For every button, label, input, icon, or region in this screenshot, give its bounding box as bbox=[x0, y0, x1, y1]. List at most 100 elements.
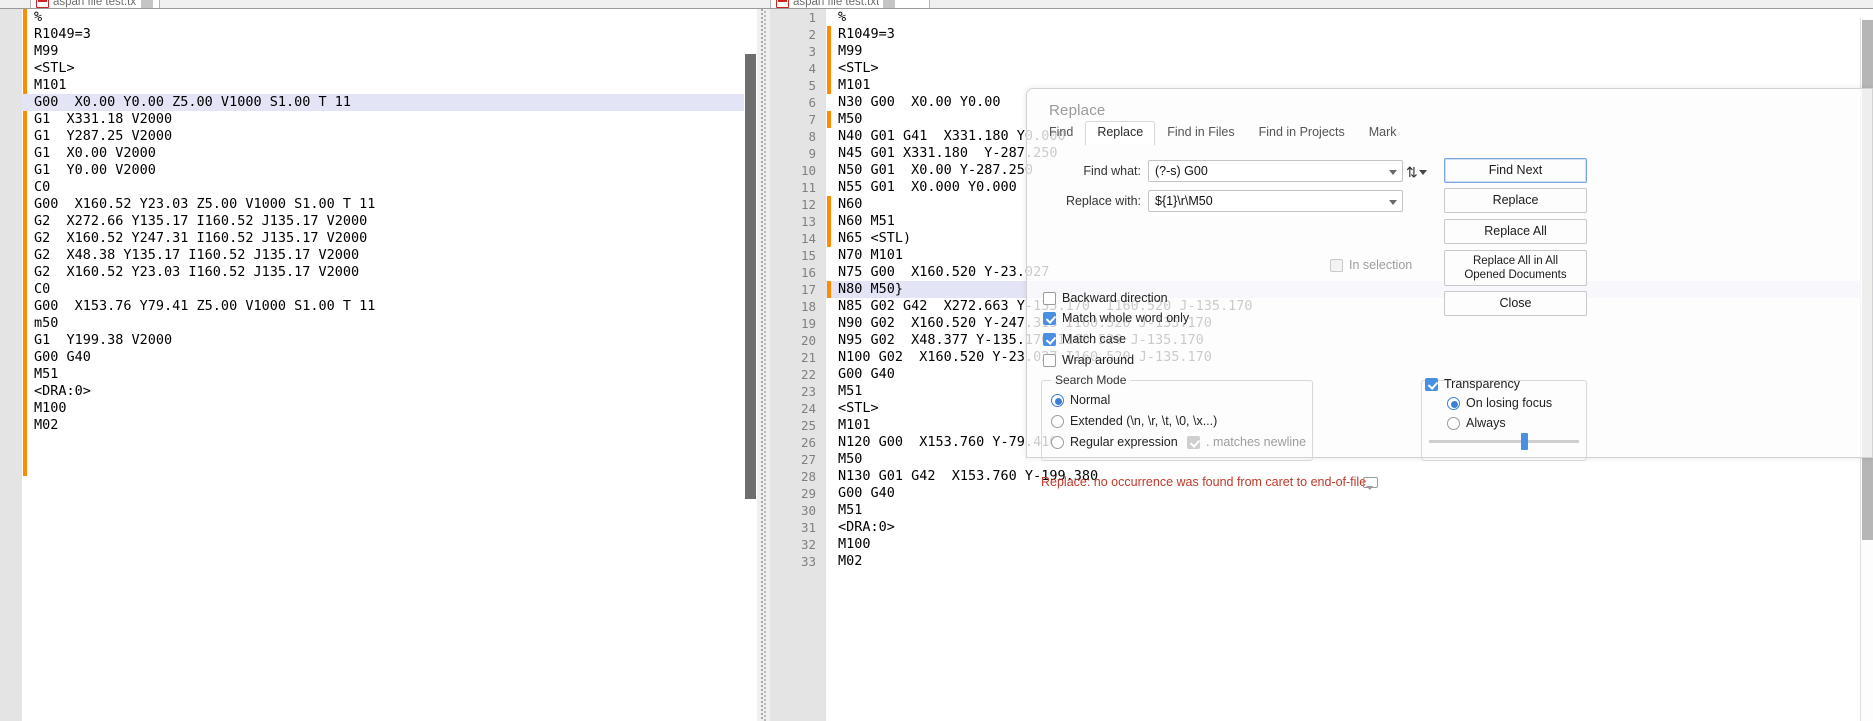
left-vertical-scrollbar[interactable] bbox=[744, 18, 757, 721]
dialog-tabs[interactable]: Find Replace Find in Files Find in Projects… bbox=[1037, 121, 1409, 145]
replace-dialog[interactable]: Replace Find Replace Find in Files Find in … bbox=[1026, 88, 1873, 490]
code-line[interactable]: G00 X160.52 Y23.03 Z5.00 V1000 S1.00 T 1… bbox=[22, 196, 757, 213]
find-what-input[interactable]: (?-s) G00 bbox=[1148, 160, 1403, 182]
code-line[interactable]: % bbox=[826, 9, 1873, 26]
code-line[interactable]: <DRA:0> bbox=[22, 383, 757, 400]
splitter-grip-2 bbox=[764, 11, 766, 721]
transparency-on-losing-focus-radio[interactable]: On losing focus bbox=[1447, 396, 1552, 410]
replace-all-button[interactable]: Replace All bbox=[1444, 219, 1587, 244]
chevron-down-icon[interactable] bbox=[1418, 169, 1427, 175]
code-line[interactable]: G2 X160.52 Y23.03 I160.52 J135.17 V2000 bbox=[22, 264, 757, 281]
matches-newline-checkbox[interactable]: . matches newline bbox=[1187, 435, 1306, 449]
swap-fields-button[interactable]: ⇅ bbox=[1406, 160, 1438, 184]
code-line[interactable]: M51 bbox=[22, 366, 757, 383]
code-line[interactable]: M101 bbox=[22, 77, 757, 94]
left-editor-pane[interactable]: % R1049=3 M99 <STL> M101 G00 X0.00 Y0.00 Z5.0… bbox=[0, 9, 757, 721]
chevron-down-icon[interactable] bbox=[1389, 170, 1397, 175]
pane-splitter[interactable] bbox=[757, 9, 770, 721]
code-line[interactable]: M99 bbox=[826, 43, 1873, 60]
code-line[interactable]: M51 bbox=[826, 502, 1873, 519]
change-marker bbox=[827, 230, 831, 247]
search-mode-extended-label: Extended (\n, \r, \t, \0, \x...) bbox=[1070, 414, 1218, 428]
change-marker bbox=[827, 315, 831, 332]
transparency-label: Transparency bbox=[1444, 377, 1520, 391]
code-text: M51 bbox=[838, 383, 863, 399]
code-line[interactable]: G2 X160.52 Y247.31 I160.52 J135.17 V2000 bbox=[22, 230, 757, 247]
in-selection-checkbox[interactable]: In selection bbox=[1330, 258, 1412, 272]
change-marker bbox=[827, 485, 831, 502]
replace-with-input[interactable]: ${1}\r\M50 bbox=[1148, 190, 1403, 212]
code-line[interactable]: G1 Y0.00 V2000 bbox=[22, 162, 757, 179]
close-button[interactable]: Close bbox=[1444, 291, 1587, 316]
close-icon[interactable] bbox=[141, 0, 153, 8]
replace-with-row: Replace with: ${1}\r\M50 bbox=[1049, 190, 1434, 212]
code-line[interactable]: G1 Y199.38 V2000 bbox=[22, 332, 757, 349]
code-line[interactable]: <STL> bbox=[826, 60, 1873, 77]
code-line[interactable]: <DRA:0> bbox=[826, 519, 1873, 536]
change-marker bbox=[827, 434, 831, 451]
close-icon[interactable] bbox=[883, 0, 896, 8]
code-line[interactable]: G00 X0.00 Y0.00 Z5.00 V1000 S1.00 T 11 bbox=[22, 94, 757, 111]
code-line[interactable]: C0 bbox=[22, 281, 757, 298]
replace-all-in-all-opened-documents-button[interactable]: Replace All in All Opened Documents bbox=[1444, 250, 1587, 286]
line-number: 28 bbox=[800, 469, 816, 484]
change-marker bbox=[827, 94, 831, 111]
code-line[interactable]: G00 X153.76 Y79.41 Z5.00 V1000 S1.00 T 1… bbox=[22, 298, 757, 315]
find-what-row: Find what: (?-s) G00 bbox=[1049, 160, 1434, 182]
line-number: 10 bbox=[800, 163, 816, 178]
code-line[interactable]: G2 X48.38 Y135.17 I160.52 J135.17 V2000 bbox=[22, 247, 757, 264]
code-line[interactable]: C0 bbox=[22, 179, 757, 196]
status-message: Replace: no occurrence was found from ca… bbox=[1041, 475, 1367, 489]
code-line[interactable]: G1 X0.00 V2000 bbox=[22, 145, 757, 162]
line-number: 19 bbox=[800, 316, 816, 331]
change-marker bbox=[827, 349, 831, 366]
chevron-down-icon[interactable] bbox=[1389, 200, 1397, 205]
transparency-always-radio[interactable]: Always bbox=[1447, 416, 1506, 430]
code-text: N30 G00 X0.00 Y0.00 bbox=[838, 94, 1001, 110]
code-text: N75 G00 X160.520 Y-23.027 bbox=[838, 264, 1050, 280]
editor-tab-right[interactable]: aspan file test.txt bbox=[770, 0, 930, 8]
backward-direction-checkbox[interactable]: Backward direction bbox=[1043, 291, 1168, 305]
code-line[interactable]: M02 bbox=[826, 553, 1873, 570]
change-marker bbox=[827, 400, 831, 417]
code-line[interactable]: M02 bbox=[22, 417, 757, 434]
find-next-button[interactable]: Find Next bbox=[1444, 158, 1587, 183]
dialog-tab-mark[interactable]: Mark bbox=[1357, 121, 1409, 143]
line-number: 23 bbox=[800, 384, 816, 399]
replace-button[interactable]: Replace bbox=[1444, 188, 1587, 213]
search-mode-normal-radio[interactable]: Normal bbox=[1051, 393, 1110, 407]
scrollbar-thumb[interactable] bbox=[745, 54, 756, 499]
dialog-tab-find-in-files[interactable]: Find in Files bbox=[1155, 121, 1246, 143]
tab-label: aspan file test.txt bbox=[53, 0, 137, 8]
code-line[interactable]: G00 G40 bbox=[22, 349, 757, 366]
radio-box bbox=[1051, 435, 1064, 449]
dialog-tab-find-in-projects[interactable]: Find in Projects bbox=[1247, 121, 1357, 143]
code-text: N55 G01 X0.000 Y0.000 bbox=[838, 179, 1017, 195]
left-code-area[interactable]: % R1049=3 M99 <STL> M101 G00 X0.00 Y0.00 Z5.0… bbox=[22, 9, 757, 721]
code-text: N60 M51 bbox=[838, 213, 895, 229]
transparency-slider-thumb[interactable] bbox=[1521, 433, 1528, 450]
code-line[interactable]: R1049=3 bbox=[22, 26, 757, 43]
line-number: 7 bbox=[808, 112, 816, 127]
search-mode-extended-radio[interactable]: Extended (\n, \r, \t, \0, \x...) bbox=[1051, 414, 1217, 428]
code-line[interactable]: M100 bbox=[22, 400, 757, 417]
match-whole-word-only-checkbox[interactable]: Match whole word only bbox=[1043, 311, 1189, 325]
match-case-checkbox[interactable]: Match case bbox=[1043, 332, 1126, 346]
code-line[interactable]: R1049=3 bbox=[826, 26, 1873, 43]
search-mode-regex-radio[interactable]: Regular expression bbox=[1051, 435, 1178, 449]
transparency-slider-track[interactable] bbox=[1429, 440, 1579, 443]
swap-arrows-icon: ⇅ bbox=[1406, 164, 1418, 180]
code-line[interactable]: M99 bbox=[22, 43, 757, 60]
code-line[interactable]: G2 X272.66 Y135.17 I160.52 J135.17 V2000 bbox=[22, 213, 757, 230]
code-line[interactable]: M100 bbox=[826, 536, 1873, 553]
dialog-tab-find[interactable]: Find bbox=[1037, 121, 1085, 143]
code-line[interactable]: G1 X331.18 V2000 bbox=[22, 111, 757, 128]
editor-tab-left[interactable]: aspan file test.txt bbox=[30, 0, 160, 8]
transparency-checkbox[interactable]: Transparency bbox=[1425, 377, 1520, 391]
code-line[interactable]: % bbox=[22, 9, 757, 26]
line-number: 17 bbox=[800, 282, 816, 297]
code-line[interactable]: <STL> bbox=[22, 60, 757, 77]
code-line[interactable]: G1 Y287.25 V2000 bbox=[22, 128, 757, 145]
wrap-around-checkbox[interactable]: Wrap around bbox=[1043, 353, 1134, 367]
code-line[interactable]: m50 bbox=[22, 315, 757, 332]
